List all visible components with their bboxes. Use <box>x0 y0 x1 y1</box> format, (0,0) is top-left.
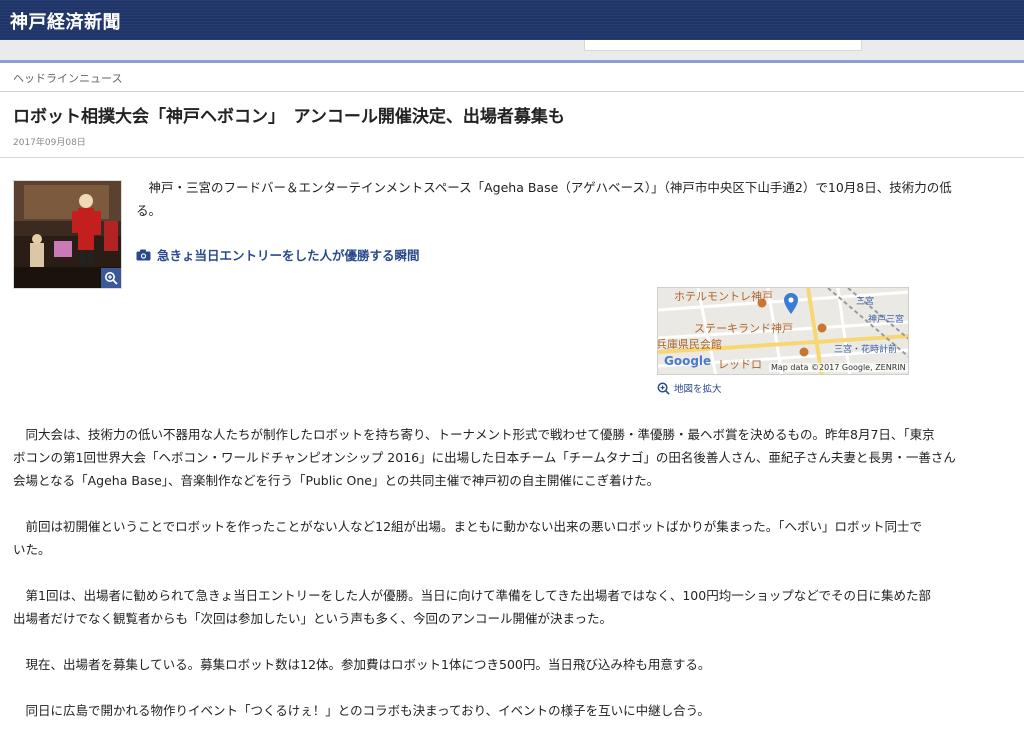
photo-caption-text: 急きょ当日エントリーをした人が優勝する瞬間 <box>157 248 420 263</box>
article-date: 2017年09月08日 <box>13 138 86 148</box>
map-label: 三宮 <box>856 297 875 307</box>
article-body: 同大会は、技術力の低い不器用な人たちが制作したロボットを持ち寄り、トーナメント形… <box>13 423 1024 745</box>
subbar-search-box[interactable] <box>584 40 862 51</box>
map-label: 兵庫県民会館 <box>657 338 722 351</box>
text-line: 同日に広島で開かれる物作りイベント「つくるけぇ！」とのコラボも決まっており、イベ… <box>13 703 710 718</box>
camera-icon <box>136 249 151 260</box>
site-logo[interactable]: 神戸経済新聞 <box>10 8 121 34</box>
body-paragraph: 現在、出場者を募集している。募集ロボット数は12体。参加費はロボット1体につき5… <box>13 653 1024 676</box>
sub-navigation-bar <box>0 40 1024 60</box>
section-label: ヘッドラインニュース <box>13 72 123 85</box>
map-label: ホテルモントレ神戸 <box>674 290 773 303</box>
article-lead: 神戸・三宮のフードバー＆エンターテインメントスペース「Ageha Base（アゲ… <box>136 176 1024 222</box>
map-zoom-text: 地図を拡大 <box>674 384 722 395</box>
google-logo: Google <box>664 354 712 368</box>
map-credit: Map data ©2017 Google, ZENRIN <box>769 363 908 372</box>
map-label: ステーキランド神戸 <box>694 322 793 335</box>
lead-line: る。 <box>136 203 162 218</box>
map-label: 神戸三宮 <box>868 315 905 325</box>
map-label: レッドロ <box>718 358 762 371</box>
text-line: 第1回は、出場者に勧められて急きょ当日エントリーをした人が優勝。当日に向けて準備… <box>13 588 931 603</box>
article-title: ロボット相撲大会「神戸ヘボコン」 アンコール開催決定、出場者募集も <box>13 107 565 127</box>
lead-line: 神戸・三宮のフードバー＆エンターテインメントスペース「Ageha Base（アゲ… <box>136 180 952 195</box>
body-paragraph: 前回は初開催ということでロボットを作ったことがない人など12組が出場。まともに動… <box>13 515 1024 561</box>
zoom-in-icon[interactable] <box>101 268 121 288</box>
location-map[interactable]: ホテルモントレ神戸 ステーキランド神戸 兵庫県民会館 レッドロ 三宮 神戸三宮 … <box>657 287 909 375</box>
article-photo[interactable] <box>13 180 122 289</box>
map-zoom-link[interactable]: 地図を拡大 <box>657 381 722 395</box>
divider <box>0 157 1024 158</box>
text-line: 出場者だけでなく観覧者からも「次回は参加したい」という声も多く、今回のアンコール… <box>13 611 613 626</box>
body-paragraph: 同大会は、技術力の低い不器用な人たちが制作したロボットを持ち寄り、トーナメント形… <box>13 423 1024 492</box>
photo-caption-link[interactable]: 急きょ当日エントリーをした人が優勝する瞬間 <box>136 245 420 264</box>
map-label: 三宮・花時計前 <box>834 345 898 355</box>
divider <box>0 91 1024 92</box>
text-line: 現在、出場者を募集している。募集ロボット数は12体。参加費はロボット1体につき5… <box>13 657 711 672</box>
text-line: 前回は初開催ということでロボットを作ったことがない人など12組が出場。まともに動… <box>13 519 923 534</box>
header-divider <box>0 60 1024 63</box>
body-paragraph: 同日に広島で開かれる物作りイベント「つくるけぇ！」とのコラボも決まっており、イベ… <box>13 699 1024 722</box>
text-line: 会場となる「Ageha Base」、音楽制作などを行う「Public One」と… <box>13 473 660 488</box>
text-line: ボコンの第1回世界大会「ヘボコン・ワールドチャンピオンシップ 2016」に出場し… <box>13 450 956 465</box>
site-header: 神戸経済新聞 <box>0 0 1024 40</box>
text-line: 同大会は、技術力の低い不器用な人たちが制作したロボットを持ち寄り、トーナメント形… <box>13 427 935 442</box>
text-line: いた。 <box>13 542 51 557</box>
body-paragraph: 第1回は、出場者に勧められて急きょ当日エントリーをした人が優勝。当日に向けて準備… <box>13 584 1024 630</box>
zoom-in-icon <box>657 382 670 395</box>
